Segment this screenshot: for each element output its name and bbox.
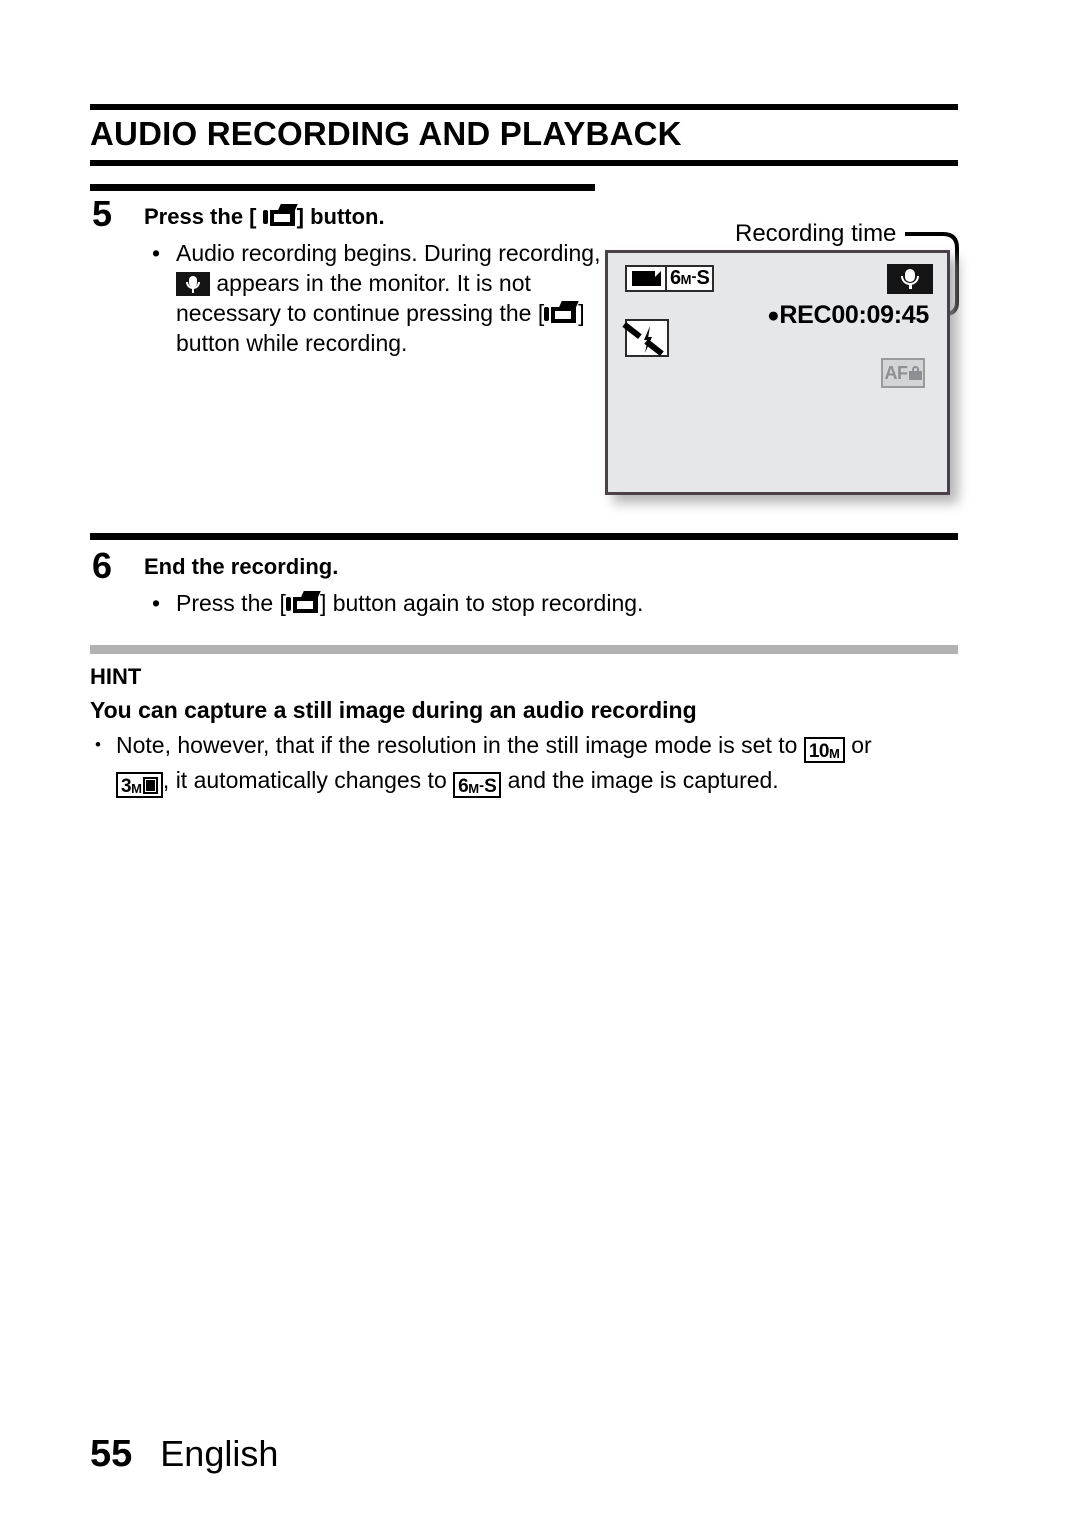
hint-text-2: or: [851, 732, 872, 758]
chip-6ms-suffix: S: [484, 776, 497, 797]
rec-time-value: 00:09:45: [831, 301, 929, 329]
chip-6ms-small: M: [468, 781, 480, 796]
manual-page: AUDIO RECORDING AND PLAYBACK 5 Press the…: [0, 0, 1080, 1521]
chip-10m-small: M: [828, 746, 840, 761]
osd-resolution-suffix: S: [696, 267, 710, 289]
hint-heading: You can capture a still image during an …: [90, 697, 697, 723]
bullet-marker: •: [152, 240, 161, 266]
microphone-icon: [887, 264, 933, 294]
camcorder-icon: [262, 204, 298, 228]
hint-text-3: , it automatically changes to: [162, 767, 447, 793]
chip-3m-big: 3: [121, 776, 132, 797]
step-5-bullet-text-1: Audio recording begins. During recording…: [176, 240, 601, 266]
hint-label: HINT: [90, 664, 142, 689]
resolution-chip-3m: 3M: [116, 772, 163, 798]
osd-resolution-badge: 6M-S: [665, 265, 715, 292]
chip-10m-big: 10: [808, 741, 830, 762]
step-6-body: End the recording. • Press the [ ] butto…: [144, 552, 944, 618]
step-5-title-prefix: Press the [: [144, 204, 257, 229]
step-5-title: Press the [ ] button.: [144, 202, 614, 232]
step-6-bullet-text-1: Press the [: [176, 590, 286, 616]
filled-square-icon: [142, 777, 158, 794]
af-lock-label: AF: [884, 362, 909, 383]
osd-battery-resolution-group: 6M-S: [625, 265, 715, 292]
step-6-rule: [90, 533, 958, 540]
osd-resolution-small: M: [680, 272, 692, 287]
recording-time-readout: ●REC00:09:45: [767, 301, 929, 331]
list-item: • Audio recording begins. During recordi…: [144, 238, 614, 358]
camcorder-icon: [544, 301, 579, 325]
hint-text-4: and the image is captured.: [507, 767, 779, 793]
page-title: AUDIO RECORDING AND PLAYBACK: [90, 115, 682, 152]
microphone-icon: [176, 272, 210, 296]
step-5-body: Press the [ ] button. • Audio recording …: [144, 202, 614, 358]
monitor-screen: 6M-S ●REC00:09:45 AF: [605, 250, 950, 495]
footer-page-number: 55: [90, 1433, 133, 1475]
bullet-marker: •: [152, 590, 161, 616]
bullet-marker: •: [95, 735, 101, 754]
list-item: • Press the [ ] button again to stop rec…: [144, 588, 944, 618]
step-5-number: 5: [92, 193, 113, 234]
hint-text-1: Note, however, that if the resolution in…: [116, 732, 798, 758]
step-5-bullets: • Audio recording begins. During recordi…: [144, 238, 614, 358]
osd-resolution-big: 6: [670, 267, 681, 289]
record-dot-icon: ●: [767, 304, 780, 327]
step-6-bullets: • Press the [ ] button again to stop rec…: [144, 588, 944, 618]
step-5-title-suffix: ] button.: [296, 204, 385, 229]
resolution-chip-10m: 10M: [803, 737, 845, 763]
chip-6ms-dash: -: [479, 777, 485, 794]
af-lock-indicator: AF: [881, 358, 925, 388]
flash-off-icon: [622, 319, 669, 357]
step-5-bullet-text-2: appears in the monitor.: [216, 270, 451, 296]
hint-divider: [90, 645, 958, 654]
hint-bullet: • Note, however, that if the resolution i…: [90, 728, 970, 798]
step-6-number: 6: [92, 545, 113, 586]
bolt-glyph: [644, 326, 652, 353]
chapter-rule-bottom: [90, 160, 958, 166]
step-6-title: End the recording.: [144, 554, 339, 579]
step-5-rule: [90, 184, 595, 191]
battery-full-icon: [625, 265, 667, 292]
page-footer: 55 English: [90, 1432, 278, 1476]
step-6-bullet-text-2: ] button again to stop recording.: [319, 590, 644, 616]
resolution-chip-6ms: 6M-S: [453, 772, 502, 798]
osd-resolution-dash: -: [691, 268, 697, 285]
chip-3m-small: M: [131, 781, 142, 796]
camera-monitor-figure: 6M-S ●REC00:09:45 AF: [605, 250, 958, 503]
rec-label: REC: [779, 301, 832, 329]
footer-language: English: [160, 1433, 279, 1474]
camcorder-icon: [285, 591, 321, 615]
lock-icon: [908, 366, 922, 380]
hint-block: HINT You can capture a still image durin…: [90, 662, 970, 798]
recording-time-callout-label: Recording time: [735, 220, 897, 247]
chip-6ms-big: 6: [458, 776, 469, 797]
